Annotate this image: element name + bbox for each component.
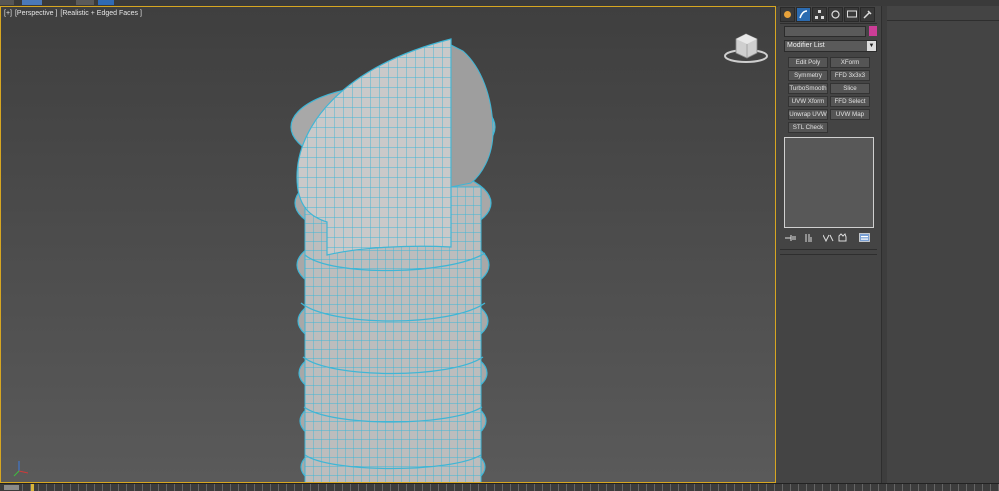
show-end-result-icon xyxy=(805,233,812,242)
create-icon xyxy=(784,11,791,18)
remove-modifier-icon xyxy=(838,233,847,242)
stl-check-button[interactable]: STL Check xyxy=(788,122,828,133)
panel-strip xyxy=(882,6,887,483)
make-unique-icon xyxy=(823,234,834,242)
motion-icon xyxy=(831,10,840,19)
toolbar-button[interactable] xyxy=(0,0,14,5)
remove-modifier-button[interactable] xyxy=(836,232,849,243)
perspective-viewport[interactable]: [+] [Perspective ] [Realistic + Edged Face… xyxy=(0,6,776,483)
slice-button[interactable]: Slice xyxy=(830,83,870,94)
unwrap-uvw-button[interactable]: Unwrap UVW xyxy=(788,109,828,120)
create-tab[interactable] xyxy=(780,7,795,22)
command-panel-tabs xyxy=(780,7,879,23)
divider xyxy=(887,20,999,21)
hierarchy-tab[interactable] xyxy=(812,7,827,22)
object-color-swatch[interactable] xyxy=(869,26,877,36)
xform-button[interactable]: XForm xyxy=(830,57,870,68)
stack-toolbar xyxy=(784,232,876,244)
hierarchy-icon xyxy=(815,10,824,19)
edit-poly-button[interactable]: Edit Poly xyxy=(788,57,828,68)
display-tab[interactable] xyxy=(844,7,859,22)
modifier-stack[interactable] xyxy=(784,137,874,228)
divider xyxy=(780,23,877,24)
modify-tab[interactable] xyxy=(796,7,811,22)
tower-mesh[interactable] xyxy=(1,7,776,483)
axis-tripod-icon xyxy=(13,461,29,477)
display-icon xyxy=(846,10,857,18)
pin-stack-button[interactable] xyxy=(784,232,797,243)
right-dock-panel xyxy=(881,6,999,483)
turbosmooth-button[interactable]: TurboSmooth xyxy=(788,83,828,94)
utilities-tab[interactable] xyxy=(860,7,875,22)
divider xyxy=(780,249,877,250)
modifier-list-value: Modifier List xyxy=(787,42,825,49)
modifier-list-dropdown[interactable]: Modifier List ▼ xyxy=(784,40,877,52)
motion-tab[interactable] xyxy=(828,7,843,22)
object-name-field[interactable] xyxy=(784,26,866,37)
toolbar-button[interactable] xyxy=(76,0,94,5)
toolbar-button[interactable] xyxy=(22,0,42,5)
uvw-map-button[interactable]: UVW Map xyxy=(830,109,870,120)
modify-icon xyxy=(799,10,808,19)
time-slider-thumb[interactable] xyxy=(4,485,19,490)
ffd-select-button[interactable]: FFD Select xyxy=(830,96,870,107)
toolbar-button[interactable] xyxy=(98,0,114,5)
pin-stack-icon xyxy=(785,234,796,241)
divider xyxy=(780,254,877,255)
ffd-3x3x3-button[interactable]: FFD 3x3x3 xyxy=(830,70,870,81)
configure-sets-button[interactable] xyxy=(858,232,871,243)
symmetry-button[interactable]: Symmetry xyxy=(788,70,828,81)
chevron-down-icon[interactable]: ▼ xyxy=(867,41,876,51)
make-unique-button[interactable] xyxy=(822,232,835,243)
viewcube-icon[interactable] xyxy=(723,29,769,65)
configure-sets-icon xyxy=(859,233,870,242)
utilities-icon xyxy=(863,10,872,19)
uvw-xform-button[interactable]: UVW Xform xyxy=(788,96,828,107)
command-panel: Modifier List ▼ Edit Poly XForm Symmetry… xyxy=(778,6,881,483)
show-end-result-button[interactable] xyxy=(802,232,815,243)
